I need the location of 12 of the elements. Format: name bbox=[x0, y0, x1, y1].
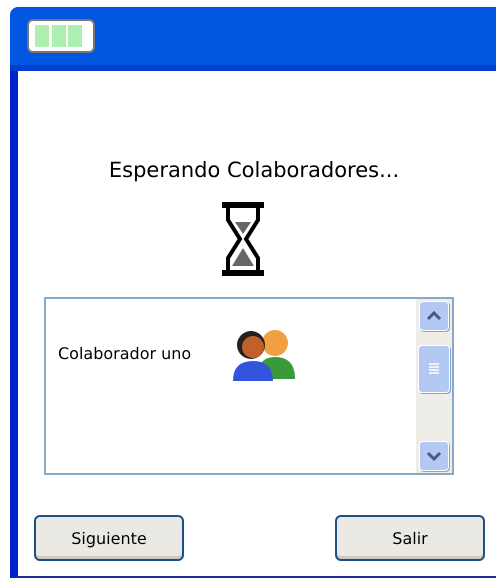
collaborator-name[interactable]: Colaborador uno bbox=[58, 344, 192, 362]
grip-icon bbox=[429, 362, 439, 376]
action-button[interactable]: Salir bbox=[335, 515, 485, 561]
scrollbar-thumb[interactable] bbox=[418, 345, 450, 393]
scroll-down-button[interactable] bbox=[419, 441, 449, 471]
action-button[interactable]: Siguiente bbox=[34, 515, 184, 561]
chevron-up-icon bbox=[426, 311, 442, 321]
battery-icon bbox=[27, 19, 95, 53]
hourglass-icon bbox=[220, 200, 266, 278]
scroll-up-button[interactable] bbox=[419, 301, 449, 331]
chevron-down-icon bbox=[426, 451, 442, 461]
waiting-message: Esperando Colaboradores... bbox=[108, 158, 400, 182]
